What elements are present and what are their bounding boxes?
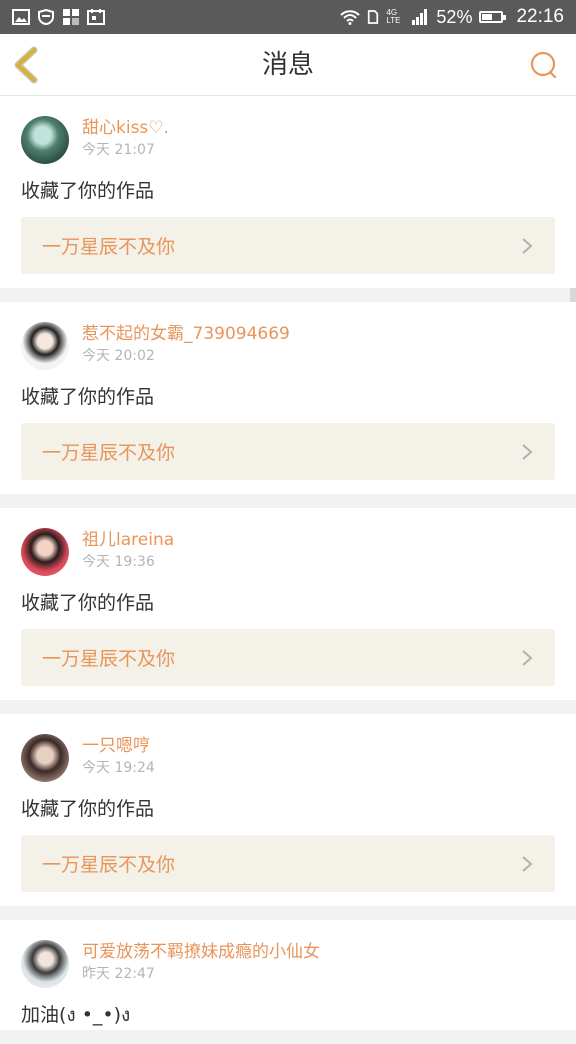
message-meta: 祖儿lareina 今天 19:36: [82, 526, 174, 572]
avatar[interactable]: [21, 734, 69, 782]
work-link[interactable]: 一万星辰不及你: [21, 629, 555, 686]
status-bar-left: [12, 9, 105, 25]
message-text: 收藏了你的作品: [21, 386, 155, 408]
top-nav-bar: 消息: [0, 34, 576, 96]
chat-bubble-icon[interactable]: [528, 50, 558, 80]
wifi-icon: [340, 10, 361, 25]
message-user-row: 祖儿lareina 今天 19:36: [21, 526, 555, 582]
message-meta: 一只嗯哼 今天 19:24: [82, 732, 155, 778]
username[interactable]: 一只嗯哼: [82, 736, 155, 756]
page-title: 消息: [261, 50, 314, 80]
status-bar: 4G LTE 52% 22:16: [0, 0, 576, 34]
message-text: 收藏了你的作品: [21, 180, 155, 202]
message-text: 收藏了你的作品: [21, 592, 155, 614]
work-title: 一万星辰不及你: [42, 648, 176, 670]
image-icon: [12, 9, 30, 25]
signal-icon: [412, 9, 428, 25]
calendar-icon: [87, 9, 105, 25]
message-list: 甜心kiss♡. 今天 21:07 收藏了你的作品 一万星辰不及你 惹不起的女霸…: [0, 96, 576, 1044]
chevron-right-icon: [522, 237, 533, 254]
message-user-row: 惹不起的女霸_739094669 今天 20:02: [21, 320, 555, 376]
work-title: 一万星辰不及你: [42, 236, 176, 258]
avatar[interactable]: [21, 940, 69, 988]
battery-percent: 52%: [436, 6, 473, 27]
chevron-right-icon: [522, 443, 533, 460]
timestamp: 今天 19:24: [82, 760, 155, 776]
username[interactable]: 可爱放荡不羁撩妹成瘾的小仙女: [82, 942, 320, 962]
chevron-right-icon: [522, 855, 533, 872]
work-title: 一万星辰不及你: [42, 442, 176, 464]
message-card: 甜心kiss♡. 今天 21:07 收藏了你的作品 一万星辰不及你: [0, 96, 576, 288]
message-text: 加油(ง •_•)ง: [21, 1004, 131, 1026]
work-link[interactable]: 一万星辰不及你: [21, 835, 555, 892]
timestamp: 今天 21:07: [82, 142, 155, 158]
shield-icon: [38, 9, 54, 25]
work-link[interactable]: 一万星辰不及你: [21, 423, 555, 480]
apps-icon: [63, 9, 79, 25]
timestamp: 今天 20:02: [82, 348, 155, 364]
chevron-right-icon: [522, 649, 533, 666]
timestamp: 今天 19:36: [82, 554, 155, 570]
avatar[interactable]: [21, 116, 69, 164]
sim-icon: [368, 10, 379, 24]
message-meta: 甜心kiss♡. 今天 21:07: [82, 114, 169, 160]
message-user-row: 可爱放荡不羁撩妹成瘾的小仙女 昨天 22:47: [21, 938, 555, 994]
message-card: 祖儿lareina 今天 19:36 收藏了你的作品 一万星辰不及你: [0, 508, 576, 700]
status-bar-right: 4G LTE 52% 22:16: [340, 6, 564, 28]
message-card: 可爱放荡不羁撩妹成瘾的小仙女 昨天 22:47 加油(ง •_•)ง: [0, 920, 576, 1030]
message-text: 收藏了你的作品: [21, 798, 155, 820]
message-card: 惹不起的女霸_739094669 今天 20:02 收藏了你的作品 一万星辰不及…: [0, 302, 576, 494]
username[interactable]: 祖儿lareina: [82, 530, 174, 550]
network-type: 4G LTE: [386, 8, 401, 25]
clock: 22:16: [516, 6, 564, 27]
message-user-row: 一只嗯哼 今天 19:24: [21, 732, 555, 788]
message-meta: 惹不起的女霸_739094669 今天 20:02: [82, 320, 290, 366]
message-meta: 可爱放荡不羁撩妹成瘾的小仙女 昨天 22:47: [82, 938, 320, 984]
timestamp: 昨天 22:47: [82, 966, 155, 982]
work-link[interactable]: 一万星辰不及你: [21, 217, 555, 274]
username[interactable]: 惹不起的女霸_739094669: [82, 324, 290, 344]
battery-icon: [479, 11, 507, 23]
message-user-row: 甜心kiss♡. 今天 21:07: [21, 114, 555, 170]
avatar[interactable]: [21, 528, 69, 576]
message-card: 一只嗯哼 今天 19:24 收藏了你的作品 一万星辰不及你: [0, 714, 576, 906]
username[interactable]: 甜心kiss♡.: [82, 118, 169, 138]
avatar[interactable]: [21, 322, 69, 370]
work-title: 一万星辰不及你: [42, 854, 176, 876]
